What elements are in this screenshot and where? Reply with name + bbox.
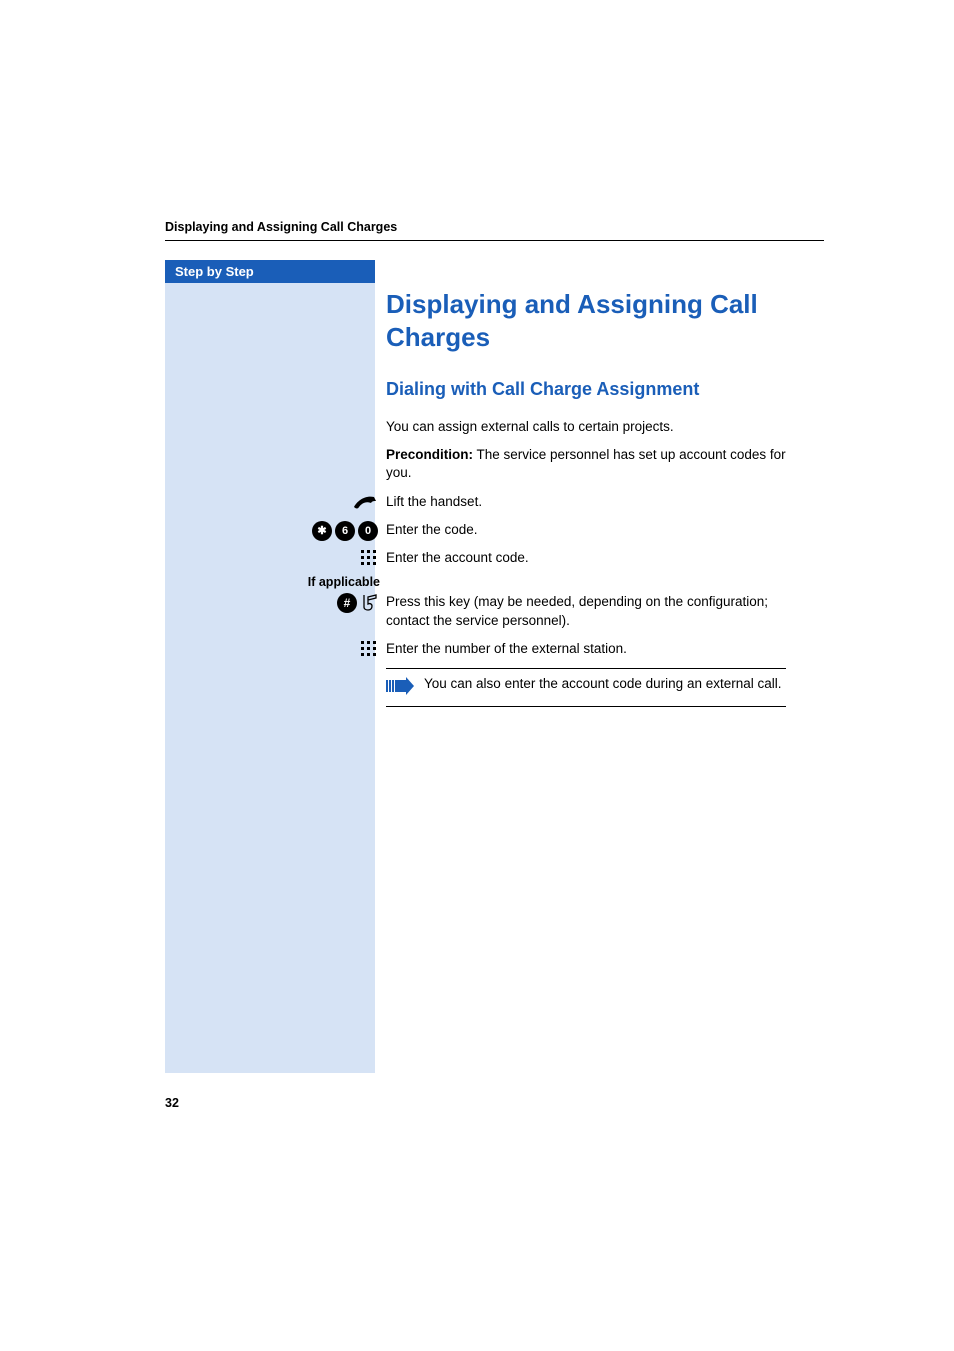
key-hash: # bbox=[337, 593, 357, 613]
main-content: Displaying and Assigning Call Charges Di… bbox=[386, 288, 786, 707]
key-0: 0 bbox=[358, 521, 378, 541]
note-arrow-icon bbox=[386, 677, 414, 700]
keypad-icon bbox=[306, 549, 384, 567]
key-6: 6 bbox=[335, 521, 355, 541]
step-row: Enter the number of the external station… bbox=[386, 640, 786, 658]
step-row: Enter the account code. bbox=[386, 549, 786, 567]
if-applicable-label: If applicable bbox=[280, 575, 380, 589]
keypad-icon bbox=[306, 640, 384, 658]
heading-1: Displaying and Assigning Call Charges bbox=[386, 288, 786, 353]
step-row-optional: If applicable # Press this key (may be n… bbox=[386, 593, 786, 629]
step-text: Enter the account code. bbox=[386, 549, 529, 567]
header-rule bbox=[165, 240, 824, 241]
intro-paragraph: You can assign external calls to certain… bbox=[386, 418, 786, 436]
page-number: 32 bbox=[165, 1096, 179, 1110]
step-text: Lift the handset. bbox=[386, 493, 482, 511]
note-text: You can also enter the account code duri… bbox=[424, 675, 782, 693]
key-sequence-icon: ✱ 6 0 bbox=[306, 521, 384, 541]
step-row: ✱ 6 0 Enter the code. bbox=[386, 521, 786, 539]
step-text: Enter the number of the external station… bbox=[386, 640, 627, 658]
precondition-paragraph: Precondition: The service personnel has … bbox=[386, 446, 786, 482]
step-text: Press this key (may be needed, depending… bbox=[386, 593, 786, 629]
sidebar-step-by-step-header: Step by Step bbox=[165, 260, 375, 283]
running-header: Displaying and Assigning Call Charges bbox=[165, 220, 824, 234]
step-text: Enter the code. bbox=[386, 521, 478, 539]
hash-tone-icon: # bbox=[306, 593, 384, 613]
precondition-label: Precondition: bbox=[386, 447, 473, 462]
handset-icon bbox=[306, 493, 384, 511]
sidebar-strip bbox=[165, 283, 375, 1073]
step-row: Lift the handset. bbox=[386, 493, 786, 511]
heading-2: Dialing with Call Charge Assignment bbox=[386, 379, 786, 400]
page: Displaying and Assigning Call Charges St… bbox=[0, 0, 954, 241]
note-box: You can also enter the account code duri… bbox=[386, 668, 786, 707]
key-star: ✱ bbox=[312, 521, 332, 541]
